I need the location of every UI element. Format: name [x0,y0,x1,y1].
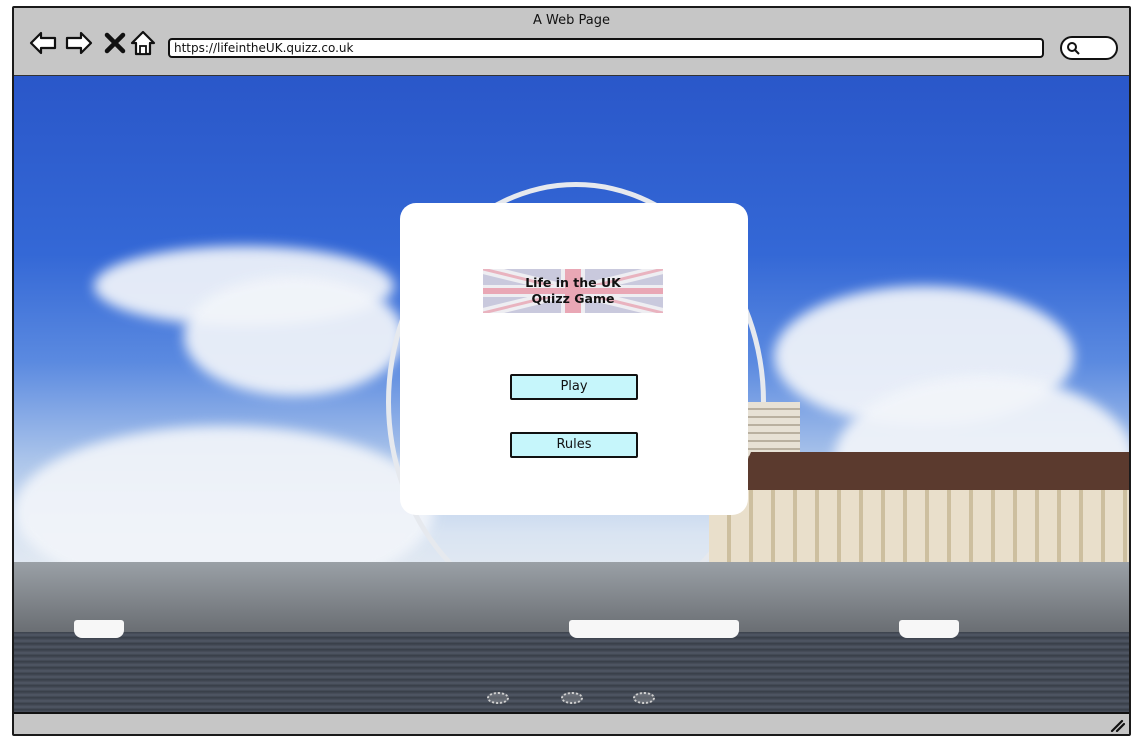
play-button[interactable]: Play [510,374,638,400]
status-bar [14,712,1129,734]
logo-title: Life in the UK Quizz Game [525,275,621,306]
carousel-dot-3[interactable] [633,692,655,704]
carousel-dot-1[interactable] [487,692,509,704]
game-logo: Life in the UK Quizz Game [483,269,663,313]
resize-handle-icon[interactable] [1109,718,1125,732]
forward-arrow-icon[interactable] [64,28,94,58]
browser-window: A Web Page https://lifeintheUK.quizz.co.… [12,6,1131,736]
page-viewport: Life in the UK Quizz Game Play Rules [14,76,1129,712]
search-field[interactable] [1060,36,1118,60]
carousel-dot-2[interactable] [561,692,583,704]
close-icon[interactable] [100,28,130,58]
browser-toolbar: A Web Page https://lifeintheUK.quizz.co.… [14,8,1129,76]
search-icon [1067,42,1080,55]
window-title: A Web Page [533,13,610,28]
menu-dialog: Life in the UK Quizz Game Play Rules [400,203,748,515]
home-icon[interactable] [128,28,158,58]
rules-button[interactable]: Rules [510,432,638,458]
url-input[interactable]: https://lifeintheUK.quizz.co.uk [168,38,1044,58]
back-arrow-icon[interactable] [28,28,58,58]
